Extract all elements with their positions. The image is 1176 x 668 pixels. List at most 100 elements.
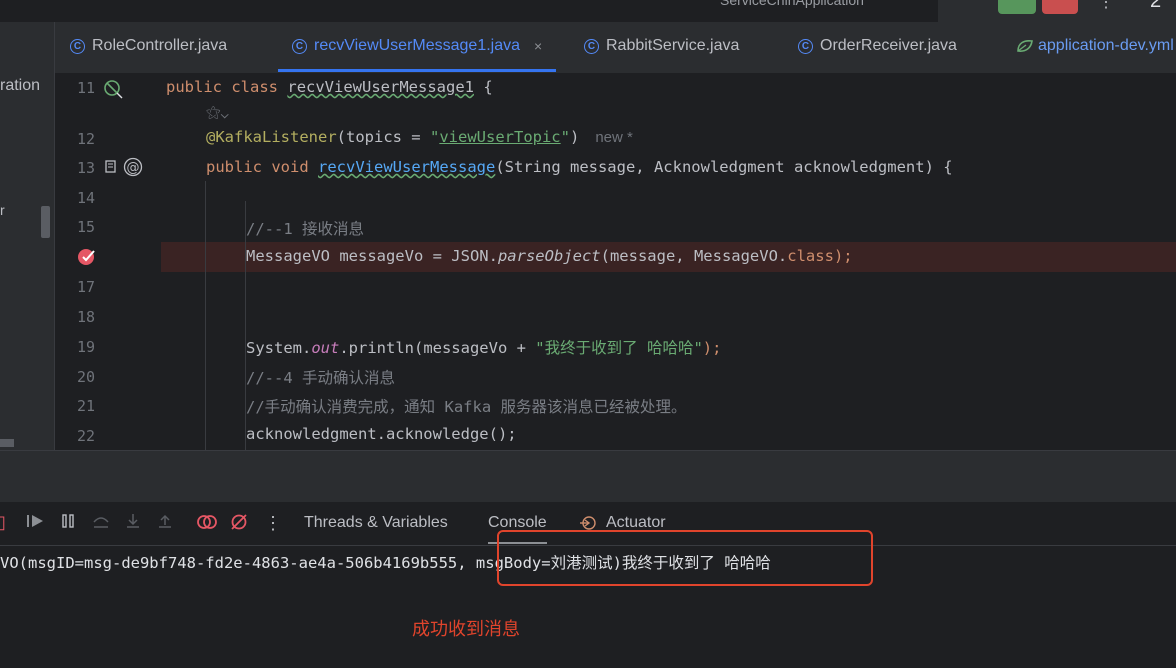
tab-orderreceiver[interactable]: C OrderReceiver.java: [798, 22, 957, 70]
highlight-annotation-box: [497, 530, 873, 586]
tab-label: OrderReceiver.java: [820, 37, 957, 54]
actuator-icon: [580, 516, 596, 530]
token-punct: );: [702, 339, 722, 357]
code-editor[interactable]: 11 public class recvViewUserMessage1 { ⚝…: [55, 73, 1176, 450]
stop-icon[interactable]: ▯: [0, 512, 6, 533]
token-string: viewUserTopic: [439, 128, 561, 146]
project-tree-item[interactable]: ration: [0, 77, 40, 95]
code-line-16: MessageVO messageVo = JSON.parseObject(m…: [246, 247, 853, 265]
step-into-icon[interactable]: [124, 513, 142, 534]
line-number: 13: [76, 159, 95, 177]
token-string: ": [429, 128, 440, 146]
annotation-at-icon[interactable]: @: [122, 157, 144, 181]
no-usages-icon: [103, 79, 123, 103]
author-inlay-hint[interactable]: new *: [595, 129, 633, 146]
project-panel: ration r: [0, 73, 55, 450]
class-icon: C: [584, 38, 599, 54]
editor-tab-bar: C RoleController.java C recvViewUserMess…: [0, 22, 1176, 74]
stop-button[interactable]: [1042, 0, 1078, 14]
class-icon: C: [70, 38, 85, 54]
token-static-method: parseObject: [497, 247, 601, 265]
line-number: 19: [76, 338, 95, 356]
pause-icon[interactable]: [60, 513, 76, 534]
token-string: "我终于收到了 哈哈哈": [535, 339, 703, 357]
annotation-caption: 成功收到消息: [412, 619, 520, 639]
token-static-field: out: [311, 339, 340, 357]
tab-recvviewusermessage1[interactable]: C recvViewUserMessage1.java ×: [277, 22, 557, 72]
class-icon: C: [798, 38, 813, 54]
token-method-name: recvViewUserMessage: [318, 158, 496, 176]
class-icon: C: [292, 38, 307, 54]
token-keyword: class: [787, 247, 834, 265]
token-plain: .println(messageVo +: [339, 339, 536, 357]
step-out-icon[interactable]: [156, 513, 174, 534]
code-line-15: //--1 接收消息: [246, 220, 364, 238]
token-annotation: @KafkaListener: [206, 128, 337, 146]
spring-leaf-icon: [1016, 39, 1033, 53]
step-over-icon[interactable]: [92, 513, 110, 534]
tab-label: RoleController.java: [92, 37, 228, 54]
clock-fragment: 2: [1150, 0, 1162, 12]
view-breakpoints-icon[interactable]: [197, 513, 217, 536]
mute-breakpoints-icon[interactable]: [229, 513, 249, 536]
more-options-icon[interactable]: ⋮: [264, 513, 282, 534]
top-toolbar: ServiceChinApplication ⋮ 2: [0, 0, 1176, 22]
code-line-22: acknowledgment.acknowledge();: [246, 425, 517, 443]
line-number: 21: [76, 397, 95, 415]
ai-assist-inlay-icon[interactable]: ⚝⌄: [206, 104, 229, 121]
tab-application-dev-yml[interactable]: application-dev.yml: [1016, 22, 1174, 70]
line-number: 17: [76, 278, 95, 296]
tab-label: recvViewUserMessage1.java: [314, 37, 521, 54]
indent-guide: [205, 181, 206, 450]
more-actions-icon[interactable]: ⋮: [1098, 0, 1114, 12]
token-plain: MessageVO messageVo = JSON.: [246, 247, 498, 265]
code-line-11: public class recvViewUserMessage1 {: [166, 78, 493, 96]
token-keyword: class: [231, 78, 279, 96]
project-tree-item[interactable]: r: [0, 202, 5, 218]
token-plain: System.: [246, 339, 312, 357]
resume-icon[interactable]: [26, 513, 46, 534]
panel-splitter[interactable]: [0, 450, 1176, 503]
token-string: ": [560, 128, 570, 146]
token-plain: ): [570, 128, 580, 146]
tab-label: RabbitService.java: [606, 37, 740, 54]
tab-rolecontroller[interactable]: C RoleController.java: [70, 22, 227, 70]
code-line-21: //手动确认消费完成，通知 Kafka 服务器该消息已经被处理。: [246, 398, 687, 416]
line-number: 20: [76, 368, 95, 386]
project-panel-header: [0, 22, 55, 73]
code-line-13: public void recvViewUserMessage(String m…: [206, 158, 953, 176]
run-configuration-selector[interactable]: ServiceChinApplication: [720, 0, 864, 8]
token-plain: {: [474, 78, 493, 96]
listener-gutter-icon[interactable]: [103, 159, 119, 179]
line-number: 14: [76, 189, 95, 207]
line-number: 18: [76, 308, 95, 326]
debug-run-button[interactable]: [998, 0, 1036, 14]
token-plain: (String message, Acknowledgment acknowle…: [495, 158, 953, 176]
token-keyword: public: [166, 78, 222, 96]
tab-rabbitservice[interactable]: C RabbitService.java: [584, 22, 739, 70]
line-number: 12: [76, 130, 95, 148]
line-number: 11: [76, 79, 95, 97]
token-plain: (message, MessageVO.: [600, 247, 788, 265]
token-punct: );: [833, 247, 853, 265]
tab-threads-variables[interactable]: Threads & Variables: [304, 514, 448, 532]
horizontal-scrollbar[interactable]: [0, 439, 14, 447]
tab-label: application-dev.yml: [1038, 37, 1174, 54]
line-number: 22: [76, 427, 95, 445]
token-class-name: recvViewUserMessage1: [287, 78, 474, 96]
vertical-scrollbar[interactable]: [41, 206, 50, 238]
breakpoint-icon[interactable]: [77, 247, 99, 271]
code-line-20: //--4 手动确认消息: [246, 369, 395, 387]
code-line-12: @KafkaListener(topics = "viewUserTopic")…: [206, 128, 633, 146]
token-keyword: void: [271, 158, 309, 176]
token-plain: (topics =: [336, 128, 430, 146]
token-keyword: public: [206, 158, 262, 176]
line-number: 15: [76, 218, 95, 236]
close-tab-icon[interactable]: ×: [534, 38, 542, 54]
code-line-19: System.out.println(messageVo + "我终于收到了 哈…: [246, 336, 721, 358]
svg-text:@: @: [127, 161, 140, 176]
